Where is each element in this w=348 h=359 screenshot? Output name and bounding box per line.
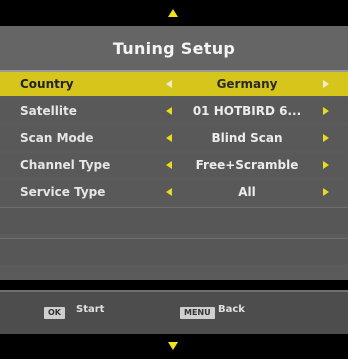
- menu-key-icon: MENU: [180, 307, 215, 319]
- next-option-arrow-icon[interactable]: [323, 134, 329, 142]
- next-option-arrow-icon[interactable]: [323, 188, 329, 196]
- settings-list: Country Germany Satellite 01 HOTBIRD 6..…: [0, 72, 348, 280]
- setting-label-country: Country: [20, 77, 74, 91]
- previous-option-arrow-icon[interactable]: [166, 107, 172, 115]
- setting-row-satellite[interactable]: Satellite 01 HOTBIRD 6...: [0, 99, 348, 123]
- scroll-up-arrow-icon[interactable]: [168, 9, 178, 17]
- next-option-arrow-icon[interactable]: [323, 161, 329, 169]
- previous-option-arrow-icon[interactable]: [166, 161, 172, 169]
- setting-value-satellite: 01 HOTBIRD 6...: [192, 104, 302, 118]
- back-hint: Back: [218, 304, 245, 315]
- tuning-setup-screen: Tuning Setup Country Germany Satellite 0…: [0, 0, 348, 359]
- setting-label-scan-mode: Scan Mode: [20, 131, 94, 145]
- empty-row: [0, 207, 348, 234]
- setting-value-channel-type: Free+Scramble: [195, 158, 299, 172]
- empty-row: [0, 238, 348, 265]
- previous-option-arrow-icon[interactable]: [166, 80, 172, 88]
- setting-value-service-type: All: [238, 185, 256, 199]
- next-option-arrow-icon[interactable]: [323, 107, 329, 115]
- setting-label-satellite: Satellite: [20, 104, 77, 118]
- next-option-arrow-icon[interactable]: [323, 80, 329, 88]
- setting-label-service-type: Service Type: [20, 185, 106, 199]
- setting-row-service-type[interactable]: Service Type All: [0, 180, 348, 204]
- previous-option-arrow-icon[interactable]: [166, 188, 172, 196]
- setting-value-scan-mode: Blind Scan: [211, 131, 283, 145]
- menu-title-bar: Tuning Setup: [0, 26, 348, 72]
- start-hint: Start: [76, 304, 105, 315]
- scroll-down-arrow-icon[interactable]: [168, 342, 178, 350]
- top-scroll-bar: [0, 0, 348, 26]
- page-title: Tuning Setup: [112, 38, 236, 58]
- setting-row-channel-type[interactable]: Channel Type Free+Scramble: [0, 153, 348, 177]
- ok-key-icon: OK: [44, 307, 65, 319]
- setting-value-country: Germany: [216, 77, 278, 91]
- bottom-scroll-bar: [0, 334, 348, 359]
- setting-row-scan-mode[interactable]: Scan Mode Blind Scan: [0, 126, 348, 150]
- setting-row-country[interactable]: Country Germany: [0, 72, 348, 96]
- key-hint-footer: OK Start MENU Back: [0, 290, 348, 334]
- setting-label-channel-type: Channel Type: [20, 158, 111, 172]
- previous-option-arrow-icon[interactable]: [166, 134, 172, 142]
